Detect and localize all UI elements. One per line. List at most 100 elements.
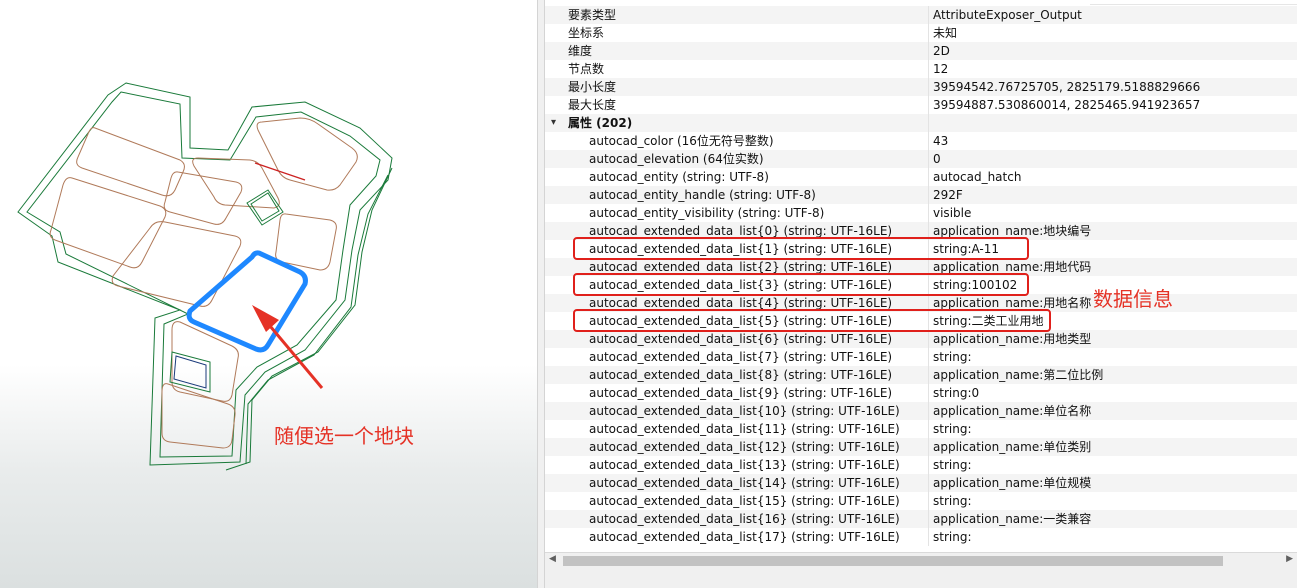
attributes-section-header[interactable]: 属性 (202) ▾: [545, 114, 1297, 132]
attribute-row[interactable]: autocad_elevation (64位实数) 0: [545, 150, 1297, 168]
road-edge: [26, 91, 381, 458]
property-name: autocad_entity (string: UTF-8): [589, 170, 769, 184]
property-name: autocad_color (16位无符号整数): [589, 134, 774, 148]
feature-properties-panel[interactable]: 要素类型 AttributeExposer_Output 坐标系 未知 维度 2D 节点数 1…: [545, 0, 1297, 588]
property-value: application_name:用地类型: [933, 332, 1092, 346]
property-name: autocad_extended_data_list{12} (string: …: [589, 440, 900, 454]
column-divider[interactable]: [928, 168, 929, 186]
column-divider[interactable]: [928, 348, 929, 366]
status-strip: [545, 569, 1297, 588]
property-value: string:: [933, 458, 972, 472]
column-divider[interactable]: [928, 42, 929, 60]
scroll-right-icon[interactable]: ▶: [1286, 554, 1293, 564]
column-divider[interactable]: [928, 132, 929, 150]
column-divider[interactable]: [928, 6, 929, 24]
property-name: 最小长度: [568, 80, 617, 94]
attribute-row[interactable]: autocad_color (16位无符号整数) 43: [545, 132, 1297, 150]
annotation-pick-parcel: 随便选一个地块: [274, 424, 414, 448]
property-value: string:: [933, 494, 972, 508]
panel-splitter[interactable]: [537, 0, 545, 588]
attribute-row[interactable]: autocad_extended_data_list{13} (string: …: [545, 456, 1297, 474]
property-row[interactable]: 要素类型 AttributeExposer_Output: [545, 6, 1297, 24]
property-name: autocad_extended_data_list{9} (string: U…: [589, 386, 893, 400]
property-name: autocad_extended_data_list{15} (string: …: [589, 494, 900, 508]
parcel-cw: [111, 221, 242, 307]
property-value: application_name:单位类别: [933, 440, 1092, 454]
property-name: autocad_extended_data_list{7} (string: U…: [589, 350, 893, 364]
property-value: string:: [933, 350, 972, 364]
column-divider[interactable]: [928, 492, 929, 510]
parcel-map-canvas[interactable]: [0, 0, 537, 588]
parcel-s: [161, 383, 236, 449]
collapse-chevron-icon[interactable]: ▾: [551, 114, 556, 132]
property-name: autocad_elevation (64位实数): [589, 152, 764, 166]
property-value: 292F: [933, 188, 963, 202]
attribute-row[interactable]: autocad_entity (string: UTF-8) autocad_ha…: [545, 168, 1297, 186]
attribute-row[interactable]: autocad_extended_data_list{8} (string: U…: [545, 366, 1297, 384]
selected-parcel[interactable]: [186, 250, 308, 353]
column-divider[interactable]: [928, 420, 929, 438]
property-name: autocad_entity_handle (string: UTF-8): [589, 188, 816, 202]
property-row[interactable]: 坐标系 未知: [545, 24, 1297, 42]
column-divider[interactable]: [928, 204, 929, 222]
small-block-sw-inner: [173, 355, 207, 389]
attribute-row[interactable]: autocad_extended_data_list{14} (string: …: [545, 474, 1297, 492]
column-divider[interactable]: [928, 60, 929, 78]
property-name: 最大长度: [568, 98, 617, 112]
scroll-left-icon[interactable]: ◀: [549, 554, 556, 564]
column-divider[interactable]: [928, 114, 929, 132]
attribute-row[interactable]: autocad_extended_data_list{9} (string: U…: [545, 384, 1297, 402]
site-boundary: [17, 82, 393, 466]
parcel-ne: [256, 117, 358, 191]
property-value: application_name:一类兼容: [933, 512, 1092, 526]
attribute-row[interactable]: autocad_extended_data_list{7} (string: U…: [545, 348, 1297, 366]
road-red-segment: [254, 162, 306, 181]
attribute-row[interactable]: autocad_extended_data_list{6} (string: U…: [545, 330, 1297, 348]
column-divider[interactable]: [928, 438, 929, 456]
column-divider[interactable]: [928, 24, 929, 42]
property-value: 0: [933, 152, 941, 166]
annotation-data-info: 数据信息: [1093, 287, 1173, 311]
property-value: application_name:第二位比例: [933, 368, 1104, 382]
column-divider[interactable]: [928, 474, 929, 492]
property-row[interactable]: 维度 2D: [545, 42, 1297, 60]
property-value: visible: [933, 206, 972, 220]
column-divider[interactable]: [928, 150, 929, 168]
column-divider[interactable]: [928, 330, 929, 348]
property-value: string:: [933, 422, 972, 436]
property-name: autocad_entity_visibility (string: UTF-8…: [589, 206, 825, 220]
attribute-row[interactable]: autocad_extended_data_list{10} (string: …: [545, 402, 1297, 420]
column-divider[interactable]: [928, 78, 929, 96]
attribute-row[interactable]: autocad_extended_data_list{15} (string: …: [545, 492, 1297, 510]
column-divider[interactable]: [928, 186, 929, 204]
attribute-row[interactable]: autocad_entity_visibility (string: UTF-8…: [545, 204, 1297, 222]
horizontal-scrollbar[interactable]: ◀ ▶: [545, 552, 1297, 569]
property-name: autocad_extended_data_list{13} (string: …: [589, 458, 900, 472]
attribute-row[interactable]: autocad_entity_handle (string: UTF-8) 292…: [545, 186, 1297, 204]
parcel-nw: [76, 127, 185, 197]
property-row[interactable]: 最小长度 39594542.76725705, 2825179.518882966…: [545, 78, 1297, 96]
property-name: 属性 (202): [568, 116, 633, 130]
attribute-row[interactable]: autocad_extended_data_list{11} (string: …: [545, 420, 1297, 438]
highlight-box: [573, 237, 1029, 260]
scrollbar-thumb[interactable]: [563, 556, 1223, 566]
property-name: autocad_extended_data_list{16} (string: …: [589, 512, 900, 526]
map-view[interactable]: 随便选一个地块: [0, 0, 537, 588]
column-divider[interactable]: [928, 528, 929, 546]
attribute-row[interactable]: autocad_extended_data_list{12} (string: …: [545, 438, 1297, 456]
property-name: 要素类型: [568, 8, 617, 22]
column-divider[interactable]: [928, 366, 929, 384]
column-divider[interactable]: [928, 96, 929, 114]
column-divider[interactable]: [928, 456, 929, 474]
property-row[interactable]: 节点数 12: [545, 60, 1297, 78]
property-row[interactable]: 最大长度 39594887.530860014, 2825465.94192365…: [545, 96, 1297, 114]
parcel-e: [275, 213, 337, 271]
column-divider[interactable]: [928, 384, 929, 402]
attribute-row[interactable]: autocad_extended_data_list{17} (string: …: [545, 528, 1297, 546]
property-value: 12: [933, 62, 949, 76]
column-divider[interactable]: [928, 510, 929, 528]
column-divider[interactable]: [928, 402, 929, 420]
property-name: autocad_extended_data_list{11} (string: …: [589, 422, 900, 436]
attribute-row[interactable]: autocad_extended_data_list{16} (string: …: [545, 510, 1297, 528]
property-value: application_name:单位规模: [933, 476, 1092, 490]
